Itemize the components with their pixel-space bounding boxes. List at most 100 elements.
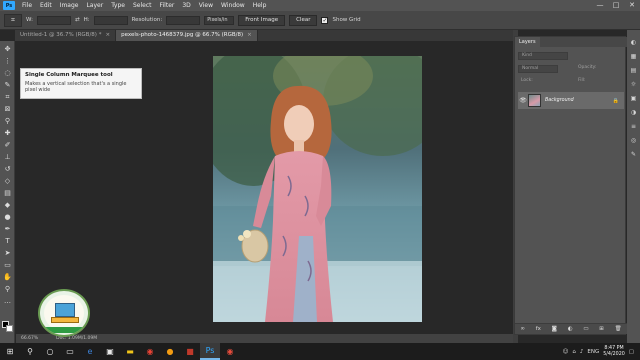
eraser-icon[interactable]: ◇ [2,176,13,186]
office-icon[interactable]: ■ [180,343,200,360]
gradient-tool-icon[interactable]: ▤ [2,188,13,198]
chrome-icon[interactable]: ◉ [140,343,160,360]
path-select-icon[interactable]: ➤ [2,248,13,258]
crop-tool-icon[interactable]: ⌗ [2,92,13,102]
maximize-button[interactable]: □ [608,0,624,11]
edge-icon[interactable]: e [80,343,100,360]
network-icon[interactable]: ⌂ [572,349,576,355]
people-icon[interactable]: ☺ [563,349,569,355]
clear-button[interactable]: Clear [289,14,318,26]
layer-thumbnail [528,94,541,107]
libraries-panel-icon[interactable]: ▣ [629,94,638,103]
tab-photo[interactable]: pexels-photo-1468379.jpg @ 66.7% (RGB/8)… [116,30,258,41]
notifications-icon[interactable]: ▢ [629,349,634,355]
menu-3d[interactable]: 3D [178,0,194,11]
tab-layers[interactable]: Layers [515,37,540,47]
frame-tool-icon[interactable]: ⊠ [2,104,13,114]
minimize-button[interactable]: — [592,0,608,11]
healing-brush-icon[interactable]: ✚ [2,128,13,138]
paths-panel-icon[interactable]: ✎ [629,150,638,159]
zoom-level[interactable]: 66.67% [21,336,38,341]
history-brush-icon[interactable]: ↺ [2,164,13,174]
channels-panel-icon[interactable]: ◎ [629,136,638,145]
volume-icon[interactable]: ♪ [580,349,584,355]
link-layers-icon[interactable]: ∞ [520,326,525,332]
logo-ribbon [42,327,86,333]
color-panel-icon[interactable]: ◐ [629,38,638,47]
explorer-icon[interactable]: ▬ [120,343,140,360]
close-tab-icon[interactable]: × [247,32,252,38]
windows-start-icon[interactable]: ⊞ [0,343,20,360]
marquee-tool-icon[interactable]: ⋮ [2,56,13,66]
brush-tool-icon[interactable]: ✐ [2,140,13,150]
quick-select-icon[interactable]: ✎ [2,80,13,90]
close-tab-icon[interactable]: × [105,32,110,38]
menu-window[interactable]: Window [217,0,249,11]
recorder-icon[interactable]: ◉ [220,343,240,360]
input-language[interactable]: ENG [587,349,599,355]
tools-panel: ✥ ⋮ ◌ ✎ ⌗ ⊠ ⚲ ✚ ✐ ⊥ ↺ ◇ ▤ ◆ ● ✒ T ➤ ▭ ✋ … [0,41,15,343]
menu-view[interactable]: View [195,0,217,11]
store-icon[interactable]: ▣ [100,343,120,360]
adjustment-layer-icon[interactable]: ◐ [568,326,573,332]
menu-file[interactable]: File [18,0,36,11]
delete-layer-icon[interactable]: 🗑 [615,326,622,332]
cortana-icon[interactable]: ○ [40,343,60,360]
properties-panel-icon[interactable]: ≡ [629,122,638,131]
dodge-tool-icon[interactable]: ● [2,212,13,222]
tab-label: pexels-photo-1468379.jpg @ 66.7% (RGB/8) [121,32,244,38]
height-label: H: [83,17,90,23]
tab-label: Untitled-1 @ 36.7% (RGB/8) * [20,32,102,38]
height-field[interactable] [93,15,128,25]
tooltip-description: Makes a vertical selection that's a sing… [25,81,127,93]
rectangle-tool-icon[interactable]: ▭ [2,260,13,270]
width-field[interactable] [36,15,71,25]
lasso-tool-icon[interactable]: ◌ [2,68,13,78]
add-mask-icon[interactable]: ◙ [552,326,557,332]
tab-untitled[interactable]: Untitled-1 @ 36.7% (RGB/8) * × [15,30,117,41]
clock[interactable]: 8:47 PM 5/4/2020 [603,346,625,358]
photoshop-taskbar-icon[interactable]: Ps [200,343,220,360]
more-tools-icon[interactable]: … [2,296,13,306]
swatches-panel-icon[interactable]: ▦ [629,52,638,61]
close-button[interactable]: ✕ [624,0,640,11]
background-color-swatch[interactable] [6,325,13,332]
blur-tool-icon[interactable]: ◆ [2,200,13,210]
front-image-button[interactable]: Front Image [238,14,286,26]
system-tray: ☺ ⌂ ♪ ENG 8:47 PM 5/4/2020 ▢ [563,346,640,358]
menu-image[interactable]: Image [56,0,83,11]
menu-select[interactable]: Select [129,0,156,11]
menu-filter[interactable]: Filter [156,0,179,11]
width-label: W: [26,17,33,23]
layer-background[interactable]: 👁 Background 🔒 [518,92,624,109]
eyedropper-icon[interactable]: ⚲ [2,116,13,126]
resolution-unit-select[interactable]: Pixels/in [204,15,235,25]
gradient-panel-icon[interactable]: ▤ [629,66,638,75]
firefox-icon[interactable]: ● [160,343,180,360]
hand-tool-icon[interactable]: ✋ [2,272,13,282]
task-view-icon[interactable]: ▭ [60,343,80,360]
swap-icon[interactable]: ⇄ [75,17,80,23]
search-icon[interactable]: ⚲ [20,343,40,360]
show-grid-checkbox[interactable]: ✓ [321,16,329,24]
menu-edit[interactable]: Edit [36,0,56,11]
menu-type[interactable]: Type [107,0,129,11]
new-group-icon[interactable]: ▭ [583,326,588,332]
learn-panel-icon[interactable]: ☼ [629,80,638,89]
layer-style-icon[interactable]: fx [536,326,541,332]
pen-tool-icon[interactable]: ✒ [2,224,13,234]
clone-stamp-icon[interactable]: ⊥ [2,152,13,162]
adjustments-panel-icon[interactable]: ◑ [629,108,638,117]
visibility-eye-icon[interactable]: 👁 [518,97,528,104]
type-tool-icon[interactable]: T [2,236,13,246]
crop-tool-icon[interactable]: ⌗ [4,13,22,27]
new-layer-icon[interactable]: ⊞ [599,326,604,332]
menu-layer[interactable]: Layer [82,0,107,11]
layers-panel-tabs: Layers [515,37,627,47]
resolution-field[interactable] [166,15,201,25]
menu-help[interactable]: Help [249,0,271,11]
kind-filter[interactable]: Kind [518,52,568,60]
blend-mode-select[interactable]: Normal [518,65,558,73]
move-tool-icon[interactable]: ✥ [2,44,13,54]
zoom-tool-icon[interactable]: ⚲ [2,284,13,294]
